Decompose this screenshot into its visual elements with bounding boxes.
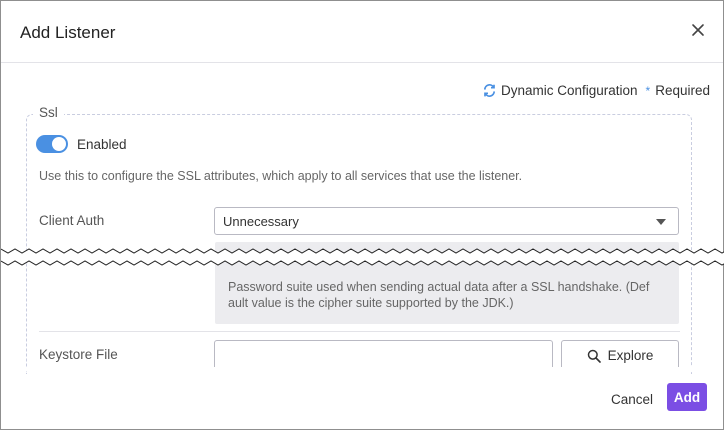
dialog-header: Add Listener xyxy=(1,1,723,63)
close-button[interactable] xyxy=(687,19,709,41)
explore-label: Explore xyxy=(607,348,654,363)
close-icon xyxy=(692,24,704,36)
client-auth-label: Client Auth xyxy=(39,213,105,228)
cipher-suite-help-text: Password suite used when sending actual … xyxy=(228,280,650,310)
refresh-icon xyxy=(483,84,495,97)
required-label: Required xyxy=(655,83,710,98)
add-listener-dialog: Add Listener Dynamic Configuration * Req… xyxy=(0,0,724,430)
dynamic-configuration-label: Dynamic Configuration xyxy=(500,83,638,98)
dialog-footer: Cancel Add xyxy=(1,371,723,429)
cancel-button[interactable]: Cancel xyxy=(603,385,661,413)
explore-button[interactable]: Explore xyxy=(561,340,679,370)
ssl-enabled-toggle[interactable] xyxy=(36,135,68,153)
form-meta: Dynamic Configuration * Required xyxy=(482,83,710,98)
truncation-marker xyxy=(1,248,724,266)
ssl-legend: Ssl xyxy=(33,105,64,120)
required-marker: * xyxy=(645,83,651,98)
section-divider xyxy=(39,331,680,332)
ssl-description: Use this to configure the SSL attributes… xyxy=(39,169,523,183)
client-auth-select[interactable]: Unnecessary xyxy=(214,207,679,235)
keystore-file-label: Keystore File xyxy=(39,347,118,362)
ssl-enabled-row: Enabled xyxy=(36,135,127,153)
search-icon xyxy=(587,349,601,363)
add-button[interactable]: Add xyxy=(667,383,707,411)
ssl-enabled-label: Enabled xyxy=(77,136,127,152)
keystore-file-input[interactable] xyxy=(214,340,553,370)
dialog-title: Add Listener xyxy=(20,23,116,42)
client-auth-value: Unnecessary xyxy=(223,214,299,229)
chevron-down-icon xyxy=(656,219,666,225)
